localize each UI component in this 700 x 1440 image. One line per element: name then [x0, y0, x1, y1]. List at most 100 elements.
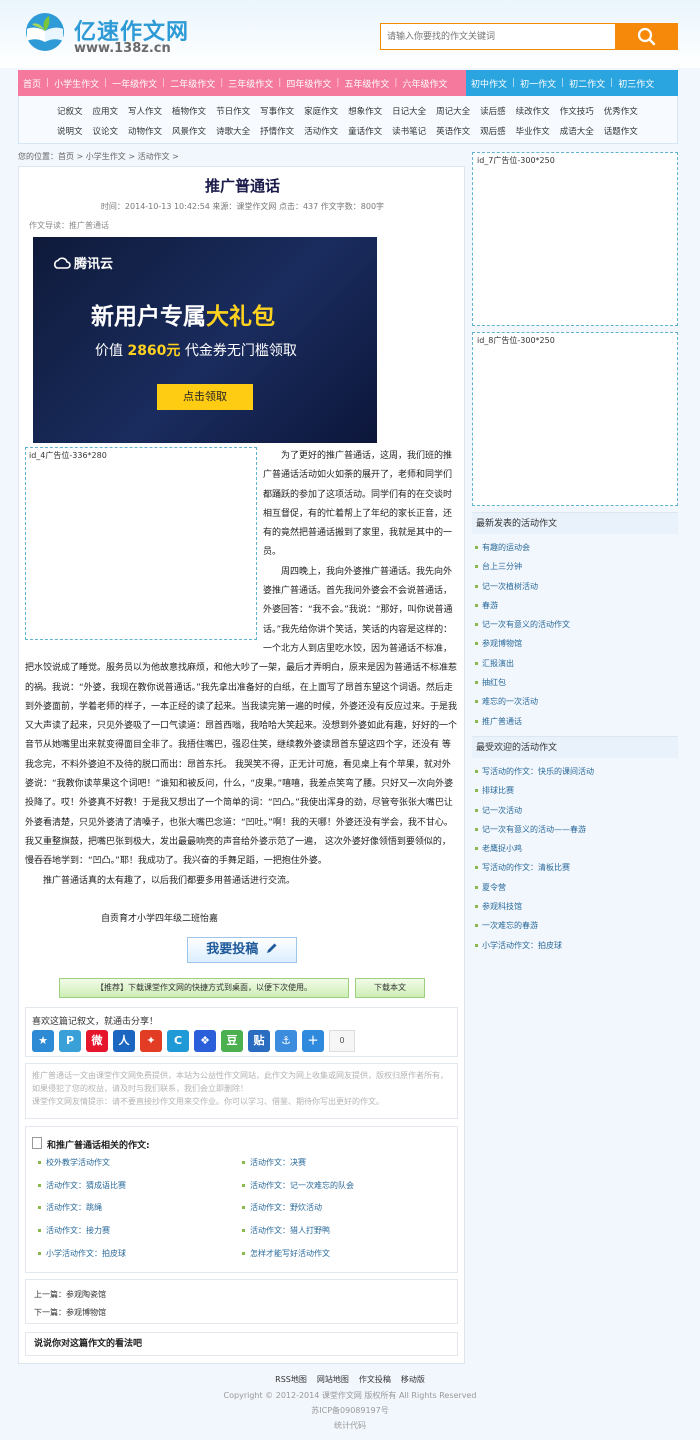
kaixin-icon[interactable]: ✦	[140, 1030, 162, 1052]
footer-link[interactable]: 网站地图	[317, 1375, 349, 1384]
category-link[interactable]: 成语大全	[560, 127, 594, 137]
nav-item-junior3[interactable]: 初三作文	[613, 77, 659, 90]
list-item[interactable]: 夏令营	[472, 878, 678, 897]
category-link[interactable]: 优秀作文	[604, 107, 638, 117]
nav-item-grade1[interactable]: 一年级作文	[107, 77, 162, 90]
category-link[interactable]: 活动作文	[304, 127, 338, 137]
category-link[interactable]: 续改作文	[516, 107, 550, 117]
category-link[interactable]: 想象作文	[348, 107, 382, 117]
category-link[interactable]: 话题作文	[604, 127, 638, 137]
list-item[interactable]: 台上三分钟	[472, 557, 678, 576]
related-link[interactable]: 活动作文：猎人打野鸭	[240, 1225, 354, 1248]
list-item[interactable]: 推广普通话	[472, 712, 678, 731]
sina-weibo-icon[interactable]: 微	[86, 1030, 108, 1052]
category-link[interactable]: 说明文	[57, 127, 83, 137]
cloud-icon	[54, 257, 71, 269]
next-article-link[interactable]: 下一篇：参观博物馆	[34, 1304, 449, 1322]
related-link[interactable]: 活动作文：猜成语比赛	[36, 1180, 126, 1203]
list-item[interactable]: 难忘的一次活动	[472, 692, 678, 711]
nav-item-middle-school[interactable]: 初中作文	[466, 77, 512, 90]
list-item[interactable]: 参观科技馆	[472, 897, 678, 916]
baidu-icon[interactable]: ❖	[194, 1030, 216, 1052]
list-item[interactable]: 记一次活动	[472, 801, 678, 820]
category-link[interactable]: 诗歌大全	[216, 127, 250, 137]
search-input[interactable]	[380, 23, 616, 50]
related-link[interactable]: 活动作文：野炊活动	[240, 1202, 354, 1225]
ad-banner[interactable]: 腾讯云 新用户专属大礼包 价值 2860元 代金券无门槛领取 点击领取	[33, 237, 377, 443]
footer-link[interactable]: 作文投稿	[359, 1375, 391, 1384]
category-link[interactable]: 议论文	[93, 127, 119, 137]
list-item[interactable]: 春游	[472, 596, 678, 615]
nav-item-junior1[interactable]: 初一作文	[515, 77, 561, 90]
category-link[interactable]: 观后感	[480, 127, 506, 137]
category-link[interactable]: 风景作文	[172, 127, 206, 137]
related-link[interactable]: 活动作文：决赛	[240, 1157, 354, 1180]
douban-icon[interactable]: 豆	[221, 1030, 243, 1052]
nav-item-grade3[interactable]: 三年级作文	[223, 77, 278, 90]
qq-friend-icon[interactable]: C	[167, 1030, 189, 1052]
footer-links: RSS地图 网站地图 作文投稿 移动版	[0, 1374, 700, 1385]
nav-item-grade5[interactable]: 五年级作文	[339, 77, 394, 90]
banner-cta-button[interactable]: 点击领取	[157, 384, 253, 410]
renren-icon[interactable]: 人	[113, 1030, 135, 1052]
list-item[interactable]: 一次难忘的春游	[472, 916, 678, 935]
nav-item-home[interactable]: 首页	[18, 77, 46, 90]
nav-item-grade4[interactable]: 四年级作文	[281, 77, 336, 90]
category-link[interactable]: 童话作文	[348, 127, 382, 137]
related-link[interactable]: 活动作文：记一次难忘的队会	[240, 1180, 354, 1203]
search-button[interactable]	[615, 23, 678, 50]
tieba-icon[interactable]: 贴	[248, 1030, 270, 1052]
category-link[interactable]: 作文技巧	[560, 107, 594, 117]
category-link[interactable]: 写事作文	[260, 107, 294, 117]
list-item[interactable]: 排球比赛	[472, 781, 678, 800]
category-link[interactable]: 家庭作文	[304, 107, 338, 117]
nav-item-grade2[interactable]: 二年级作文	[165, 77, 220, 90]
footer-link[interactable]: 移动版	[401, 1375, 425, 1384]
list-item[interactable]: 记一次植树活动	[472, 577, 678, 596]
nav-item-junior2[interactable]: 初二作文	[564, 77, 610, 90]
tencent-weibo-icon[interactable]: P	[59, 1030, 81, 1052]
anchor-icon[interactable]: ⚓	[275, 1030, 297, 1052]
category-link[interactable]: 动物作文	[128, 127, 162, 137]
article-panel: 推广普通话 时间：2014-10-13 10:42:54 来源：课堂作文网 点击…	[18, 166, 465, 1364]
related-link[interactable]: 活动作文：接力赛	[36, 1225, 126, 1248]
category-link[interactable]: 抒情作文	[260, 127, 294, 137]
category-link[interactable]: 节日作文	[216, 107, 250, 117]
list-item[interactable]: 记一次有意义的活动——春游	[472, 820, 678, 839]
list-item[interactable]: 写活动的作文：快乐的课间活动	[472, 762, 678, 781]
list-item[interactable]: 小学活动作文：拍皮球	[472, 936, 678, 955]
category-link[interactable]: 读后感	[480, 107, 506, 117]
category-link[interactable]: 周记大全	[436, 107, 470, 117]
related-link[interactable]: 怎样才能写好活动作文	[240, 1248, 354, 1271]
submit-essay-button[interactable]: 我要投稿	[187, 937, 297, 963]
qzone-icon[interactable]: ★	[32, 1030, 54, 1052]
list-item[interactable]: 有趣的运动会	[472, 538, 678, 557]
prev-article-link[interactable]: 上一篇：参观陶瓷馆	[34, 1286, 449, 1304]
ad-slot-7: id_7广告位-300*250	[472, 152, 678, 326]
more-share-icon[interactable]: ＋	[302, 1030, 324, 1052]
related-link[interactable]: 校外教学活动作文	[36, 1157, 126, 1180]
list-item[interactable]: 抽红包	[472, 673, 678, 692]
list-item[interactable]: 参观博物馆	[472, 634, 678, 653]
category-link[interactable]: 日记大全	[392, 107, 426, 117]
site-logo[interactable]: 亿速作文网 www.138z.cn	[20, 10, 220, 60]
list-item[interactable]: 写活动的作文：清板比赛	[472, 858, 678, 877]
related-link[interactable]: 小学活动作文：拍皮球	[36, 1248, 126, 1271]
related-link[interactable]: 活动作文：跳绳	[36, 1202, 126, 1225]
category-link[interactable]: 记叙文	[57, 107, 83, 117]
footer-link[interactable]: RSS地图	[275, 1375, 307, 1384]
list-item[interactable]: 老鹰捉小鸡	[472, 839, 678, 858]
share-title: 喜欢这篇记叙文，就通击分享！	[32, 1017, 159, 1027]
list-item[interactable]: 汇报演出	[472, 654, 678, 673]
category-link[interactable]: 英语作文	[436, 127, 470, 137]
recommend-shortcut-button[interactable]: 【推荐】下载课堂作文网的快捷方式到桌面，以便下次使用。	[59, 978, 349, 998]
category-link[interactable]: 读书笔记	[392, 127, 426, 137]
list-item[interactable]: 记一次有意义的活动作文	[472, 615, 678, 634]
category-link[interactable]: 毕业作文	[516, 127, 550, 137]
category-link[interactable]: 植物作文	[172, 107, 206, 117]
category-link[interactable]: 应用文	[93, 107, 119, 117]
nav-item-grade6[interactable]: 六年级作文	[397, 77, 452, 90]
nav-item-primary-school[interactable]: 小学生作文	[49, 77, 104, 90]
category-link[interactable]: 写人作文	[128, 107, 162, 117]
download-button[interactable]: 下载本文	[355, 978, 425, 998]
